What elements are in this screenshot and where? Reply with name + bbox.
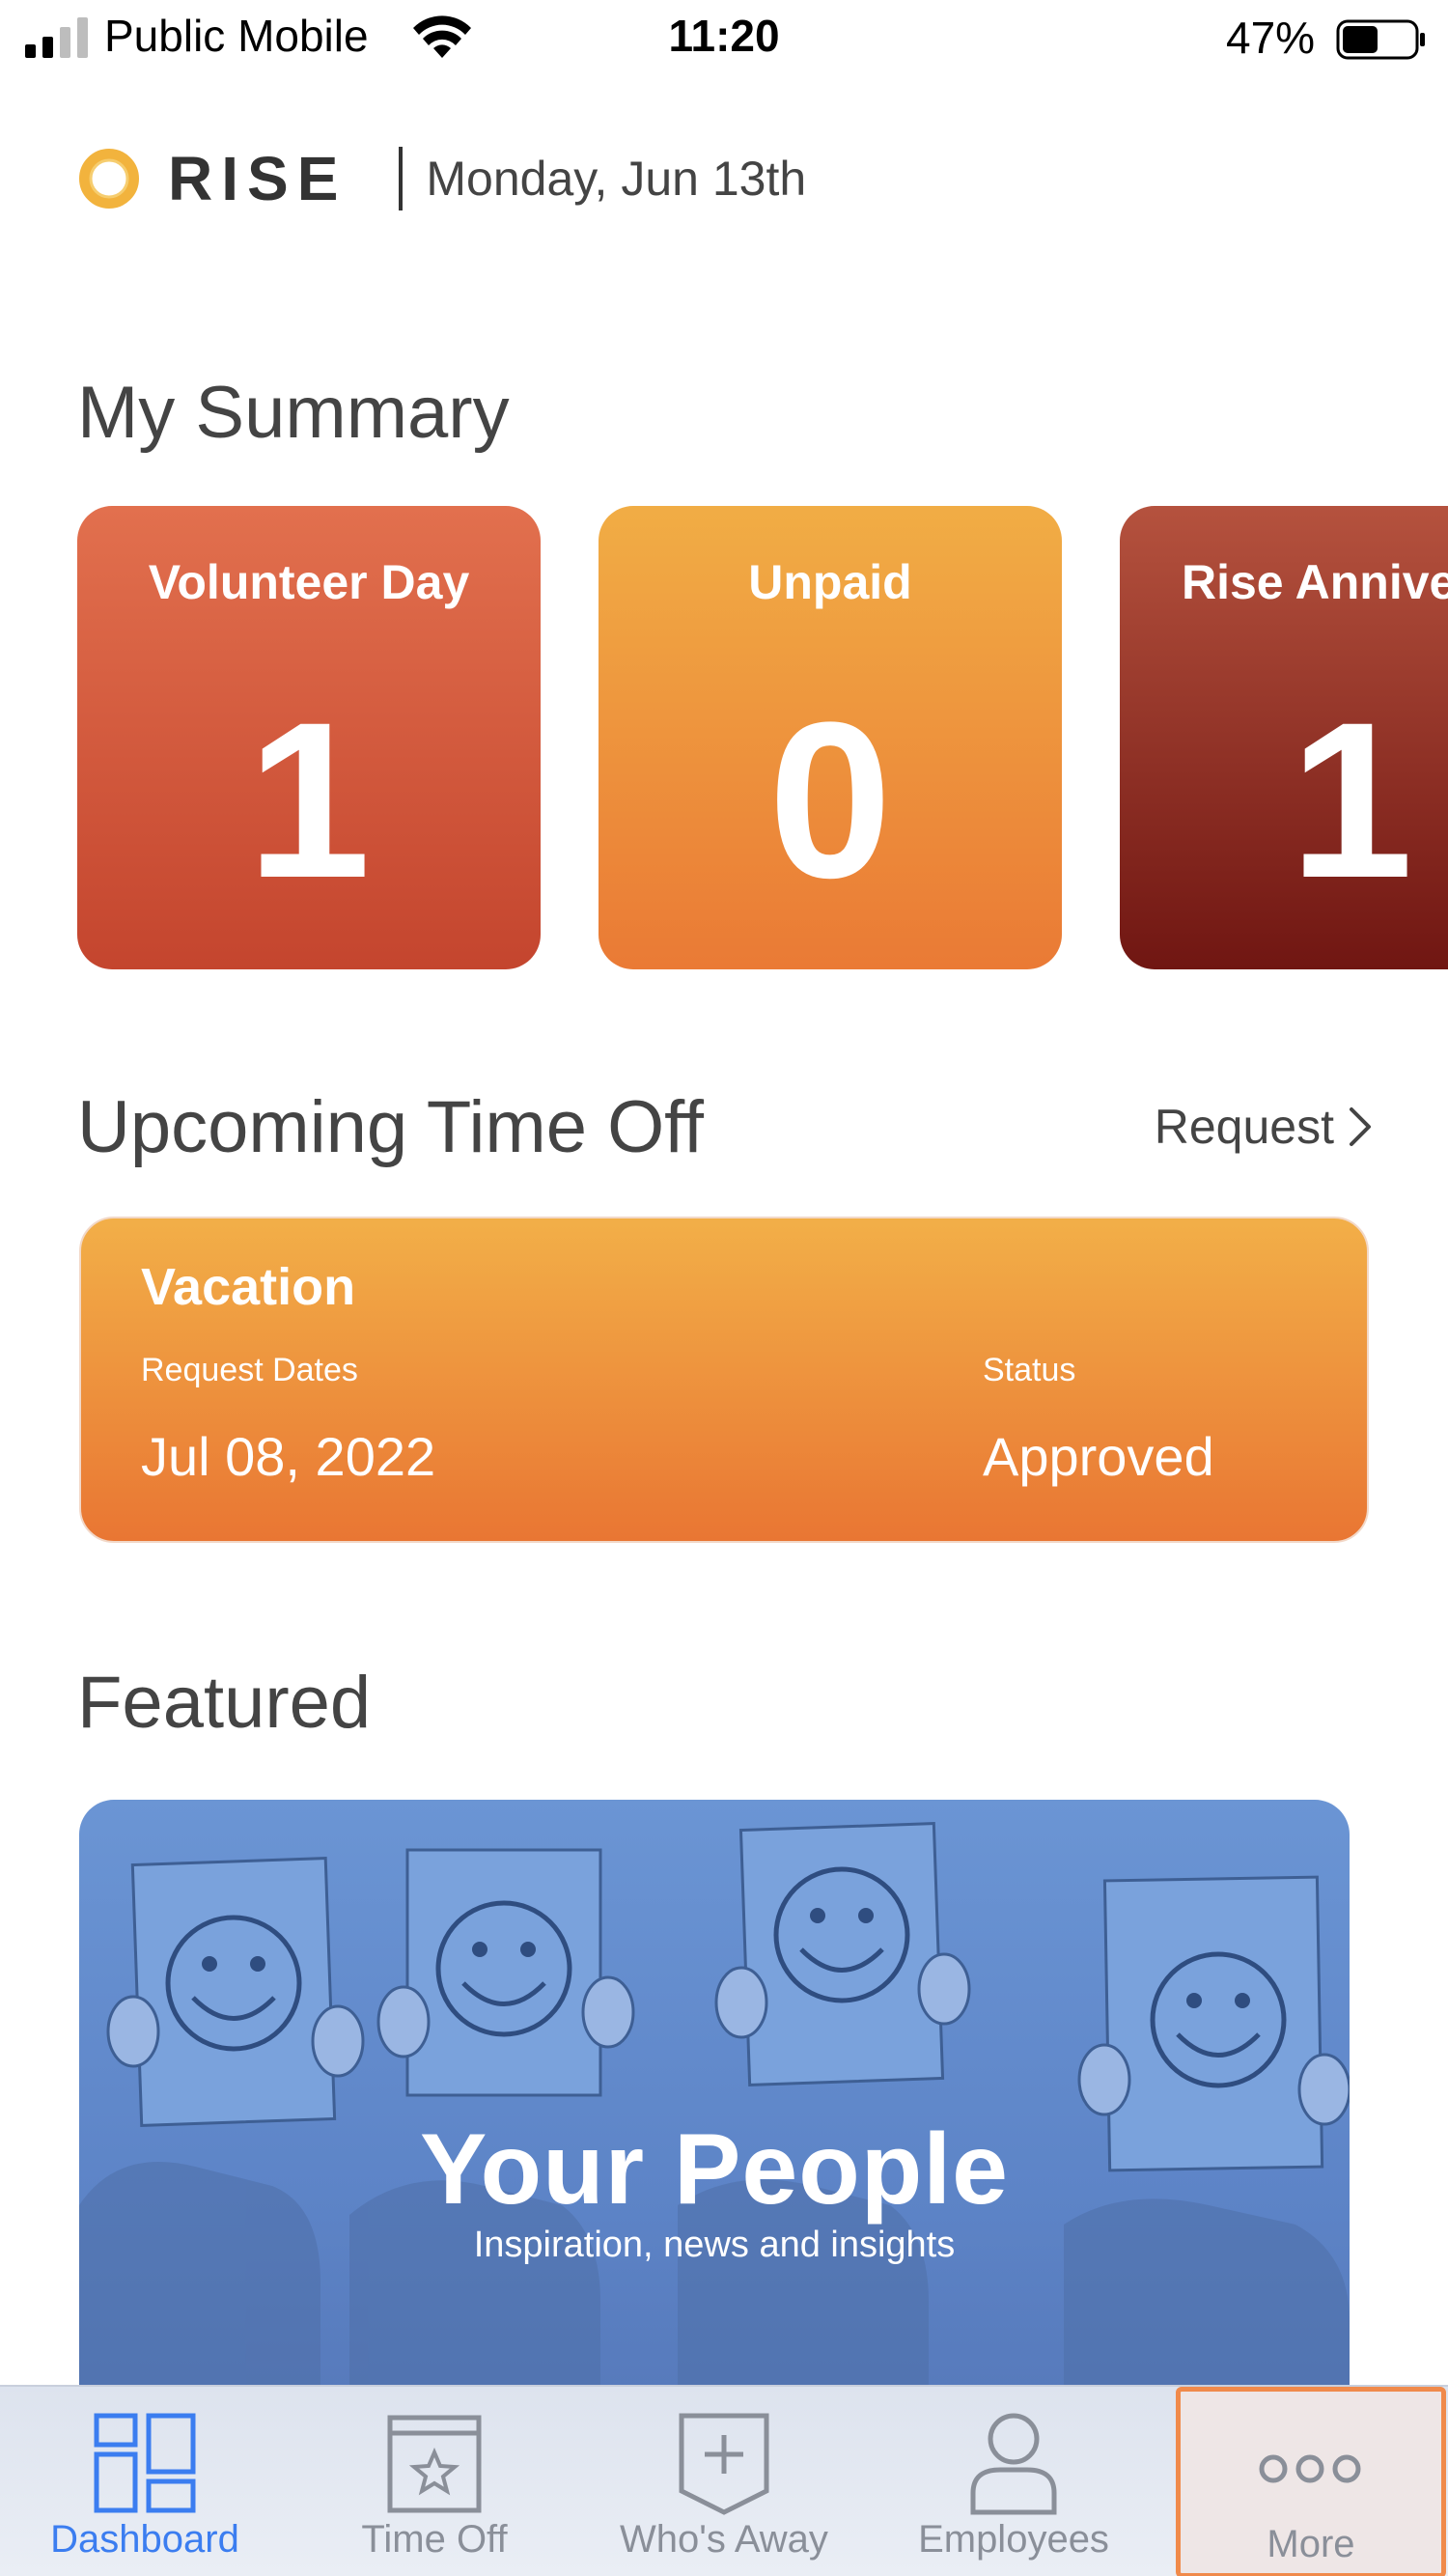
battery-icon [1336, 19, 1425, 60]
summary-title: My Summary [77, 372, 510, 454]
summary-card-rise-anniversary[interactable]: Rise Annive 1 [1120, 506, 1448, 969]
summary-card-unpaid[interactable]: Unpaid 0 [599, 506, 1062, 969]
request-link-label: Request [1154, 1100, 1334, 1154]
tab-label: Employees [918, 2518, 1109, 2561]
time-off-type: Vacation [141, 1258, 356, 1316]
tab-label: Dashboard [50, 2518, 239, 2561]
tab-dashboard[interactable]: Dashboard [0, 2387, 290, 2576]
summary-card-title: Unpaid [748, 555, 912, 609]
logo-text: RISE [168, 144, 348, 213]
request-time-off-link[interactable]: Request [1155, 1099, 1373, 1155]
featured-banner-subtitle: Inspiration, news and insights [473, 2225, 956, 2265]
more-dots-icon [1259, 2454, 1361, 2483]
rise-logo-icon [79, 149, 139, 209]
chevron-right-icon [1350, 1107, 1371, 1146]
tab-label: Time Off [361, 2518, 508, 2561]
time-off-card[interactable]: Vacation Request Dates Jul 08, 2022 Stat… [79, 1217, 1369, 1543]
tab-label: More [1267, 2523, 1355, 2565]
status-value: Approved [983, 1426, 1214, 1487]
request-dates-label: Request Dates [141, 1352, 358, 1388]
upcoming-title: Upcoming Time Off [77, 1086, 705, 1168]
summary-card-value: 0 [768, 676, 892, 924]
tab-whos-away[interactable]: Who's Away [579, 2387, 869, 2576]
tab-bar: Dashboard Time Off Who's Away Employees … [0, 2385, 1448, 2576]
header-divider [399, 147, 404, 210]
summary-card-title: Rise Annive [1182, 555, 1448, 609]
status-bar: Public Mobile 11:20 47% [0, 0, 1448, 81]
app-header: RISE Monday, Jun 13th [77, 143, 806, 214]
summary-card-volunteer-day[interactable]: Volunteer Day 1 [77, 506, 541, 969]
badge-plus-icon [679, 2413, 769, 2515]
header-date: Monday, Jun 13th [426, 152, 807, 206]
featured-banner-title: Your People [419, 2114, 1010, 2226]
dashboard-icon [94, 2413, 196, 2513]
tab-more[interactable]: More [1176, 2387, 1446, 2576]
tab-employees[interactable]: Employees [869, 2387, 1158, 2576]
summary-card-value: 1 [247, 676, 371, 924]
featured-banner[interactable]: Your People Inspiration, news and insigh… [79, 1800, 1350, 2456]
calendar-star-icon [387, 2415, 482, 2513]
request-dates-value: Jul 08, 2022 [141, 1426, 436, 1487]
battery-percentage: 47% [1226, 13, 1316, 63]
person-icon [970, 2413, 1057, 2515]
status-label: Status [983, 1352, 1076, 1388]
summary-cards[interactable]: Volunteer Day 1 Unpaid 0 Rise Annive 1 [77, 506, 1448, 969]
summary-card-title: Volunteer Day [148, 555, 470, 609]
summary-card-value: 1 [1290, 676, 1413, 924]
tab-time-off[interactable]: Time Off [290, 2387, 579, 2576]
tab-label: Who's Away [620, 2518, 828, 2561]
featured-title: Featured [77, 1662, 372, 1744]
